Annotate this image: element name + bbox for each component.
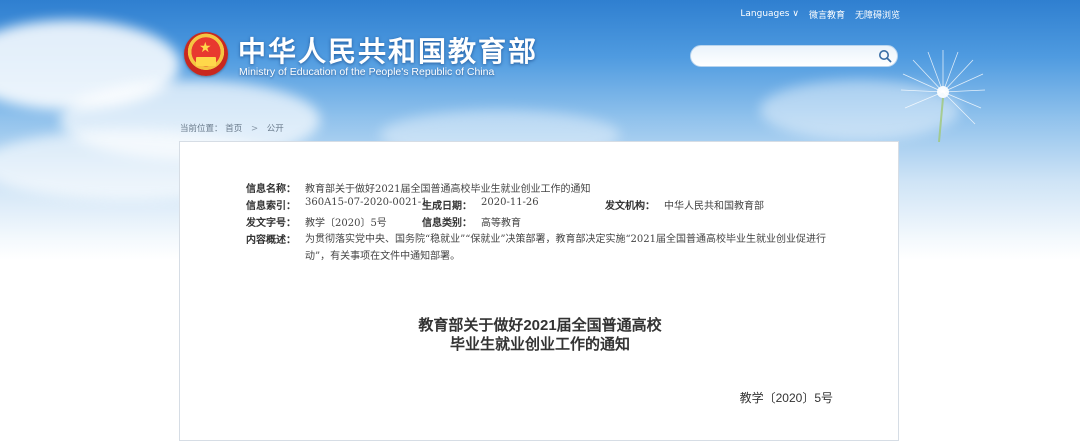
top-links: Languages ∨ 微言教育 无障碍浏览 [740, 7, 900, 21]
chevron-down-icon: ∨ [792, 9, 799, 19]
info-name-value: 教育部关于做好2021届全国普通高校毕业生就业创业工作的通知 [305, 184, 591, 195]
breadcrumb-separator: > [250, 124, 259, 134]
languages-label: Languages [740, 9, 790, 19]
summary-label: 内容概述： [246, 235, 296, 246]
index-value: 360A15-07-2020-0021-1 [305, 197, 428, 208]
doc-number-label: 发文字号： [246, 218, 296, 229]
summary-value: 为贯彻落实党中央、国务院“稳就业”“保就业”决策部署，教育部决定实施“2021届… [305, 234, 827, 262]
search-input[interactable] [699, 49, 873, 65]
document-title-line1: 教育部关于做好2021届全国普通高校 [418, 317, 662, 334]
index-label: 信息索引： [246, 201, 296, 212]
breadcrumb-home-link[interactable]: 首页 [225, 124, 242, 134]
languages-menu[interactable]: Languages ∨ [740, 9, 799, 19]
site-title: 中华人民共和国教育部 [238, 36, 539, 67]
accessibility-link[interactable]: 无障碍浏览 [855, 8, 900, 21]
search-icon[interactable] [878, 49, 892, 63]
breadcrumb-label: 当前位置： [180, 124, 223, 134]
doc-number-value: 教学〔2020〕5号 [305, 218, 387, 229]
breadcrumb-public-link[interactable]: 公开 [267, 124, 284, 134]
national-emblem-icon: ★ [184, 32, 228, 76]
document-title-line2: 毕业生就业创业工作的通知 [449, 336, 630, 353]
weiyan-link[interactable]: 微言教育 [809, 8, 845, 21]
document-panel: 信息名称： 教育部关于做好2021届全国普通高校毕业生就业创业工作的通知 信息索… [179, 141, 899, 441]
info-name-label: 信息名称： [246, 184, 296, 195]
issuer-value: 中华人民共和国教育部 [664, 201, 764, 212]
dandelion-decoration-icon [900, 50, 986, 142]
date-value: 2020-11-26 [481, 197, 539, 208]
document-title: 教育部关于做好2021届全国普通高校 毕业生就业创业工作的通知 [180, 316, 900, 354]
category-label: 信息类别： [422, 218, 472, 229]
category-value: 高等教育 [481, 218, 521, 229]
search-box [690, 45, 898, 67]
site-subtitle: Ministry of Education of the People's Re… [239, 66, 495, 78]
issuer-label: 发文机构： [605, 201, 655, 212]
document-number: 教学〔2020〕5号 [739, 391, 833, 405]
breadcrumb: 当前位置： 首页 > 公开 [180, 122, 284, 134]
date-label: 生成日期： [422, 201, 472, 212]
